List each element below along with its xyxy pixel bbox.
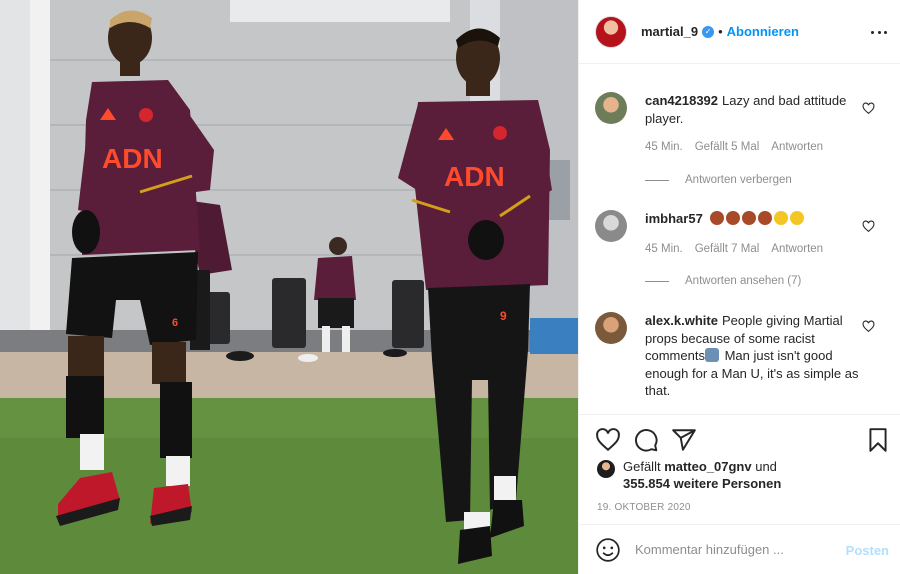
fire-red-emoji: [758, 211, 773, 225]
commenter-avatar[interactable]: [595, 312, 627, 344]
shorts-number-left: 6: [172, 317, 178, 329]
likes-line: Gefällt matteo_07gnv und: [623, 458, 777, 476]
follow-button[interactable]: Abonnieren: [727, 24, 799, 39]
comment-icon[interactable]: [633, 427, 659, 453]
reply-button[interactable]: Antworten: [771, 141, 823, 153]
person-shrugging-emoji: [704, 348, 719, 362]
post-comment-button[interactable]: Posten: [846, 543, 889, 558]
action-bar: [579, 414, 900, 462]
view-replies-toggle[interactable]: Antworten ansehen (7): [645, 275, 801, 287]
post-date[interactable]: 19. Oktober 2020: [597, 502, 691, 513]
author-avatar[interactable]: [595, 15, 627, 48]
more-horizontal-icon[interactable]: [869, 22, 889, 42]
comment-meta: 45 Min. Gefällt 5 Mal Antworten: [645, 141, 835, 153]
likes-prefix: Gefällt: [623, 459, 665, 474]
comment-time[interactable]: 45 Min.: [645, 141, 683, 153]
post-header: martial_9 ✓ • Abonnieren: [579, 0, 900, 64]
add-comment-bar: Posten: [579, 524, 900, 574]
training-photo: ADN 6 ADN 9: [0, 0, 578, 574]
reply-button[interactable]: Antworten: [771, 243, 823, 255]
comment-input[interactable]: [635, 538, 835, 561]
liker-avatar[interactable]: [597, 460, 615, 478]
hide-replies-toggle[interactable]: Antworten verbergen: [645, 174, 792, 186]
face-emoji: [774, 211, 789, 225]
verified-badge-icon: ✓: [702, 25, 715, 38]
comment-heart-icon[interactable]: [862, 102, 875, 115]
header-separator: •: [718, 24, 723, 39]
sponsor-logo-left: ADN: [102, 143, 163, 174]
sponsor-logo-right: ADN: [444, 161, 505, 192]
comment-heart-icon[interactable]: [862, 220, 875, 233]
fire-red-emoji: [742, 211, 757, 225]
comment-username[interactable]: alex.k.white: [645, 313, 718, 328]
comment-username[interactable]: can4218392: [645, 93, 718, 108]
heart-icon[interactable]: [595, 427, 621, 453]
comment-username[interactable]: imbhar57: [645, 211, 703, 226]
comments-list[interactable]: can4218392 Lazy and bad attitude player. …: [579, 64, 900, 414]
view-replies-label: Antworten ansehen (7): [685, 275, 802, 287]
hide-replies-label: Antworten verbergen: [685, 174, 792, 186]
emoji-smile-icon[interactable]: [595, 537, 621, 563]
comment-text: alex.k.white People giving Martial props …: [645, 312, 859, 400]
author-username[interactable]: martial_9: [641, 24, 698, 39]
commenter-avatar[interactable]: [595, 210, 627, 242]
likes-suffix: und: [751, 459, 777, 474]
liker-username[interactable]: matteo_07gnv: [664, 459, 751, 474]
comment-likes[interactable]: Gefällt 5 Mal: [695, 141, 760, 153]
comment-text: imbhar57: [645, 210, 859, 228]
send-icon[interactable]: [671, 427, 697, 453]
commenter-avatar[interactable]: [595, 92, 627, 124]
post-photo[interactable]: ADN 6 ADN 9: [0, 0, 578, 574]
comment-time[interactable]: 45 Min.: [645, 243, 683, 255]
comment-text: can4218392 Lazy and bad attitude player.: [645, 92, 859, 127]
bookmark-icon[interactable]: [865, 427, 891, 453]
comment-likes[interactable]: Gefällt 7 Mal: [695, 243, 760, 255]
face-emoji: [790, 211, 805, 225]
fire-red-emoji: [710, 211, 725, 225]
post-sidebar: martial_9 ✓ • Abonnieren can4218392 Lazy …: [578, 0, 900, 574]
fire-red-emoji: [726, 211, 741, 225]
comment-meta: 45 Min. Gefällt 7 Mal Antworten: [645, 243, 835, 255]
pants-number-right: 9: [500, 309, 507, 323]
comment-heart-icon[interactable]: [862, 320, 875, 333]
likes-others[interactable]: 355.854 weitere Personen: [623, 475, 781, 493]
